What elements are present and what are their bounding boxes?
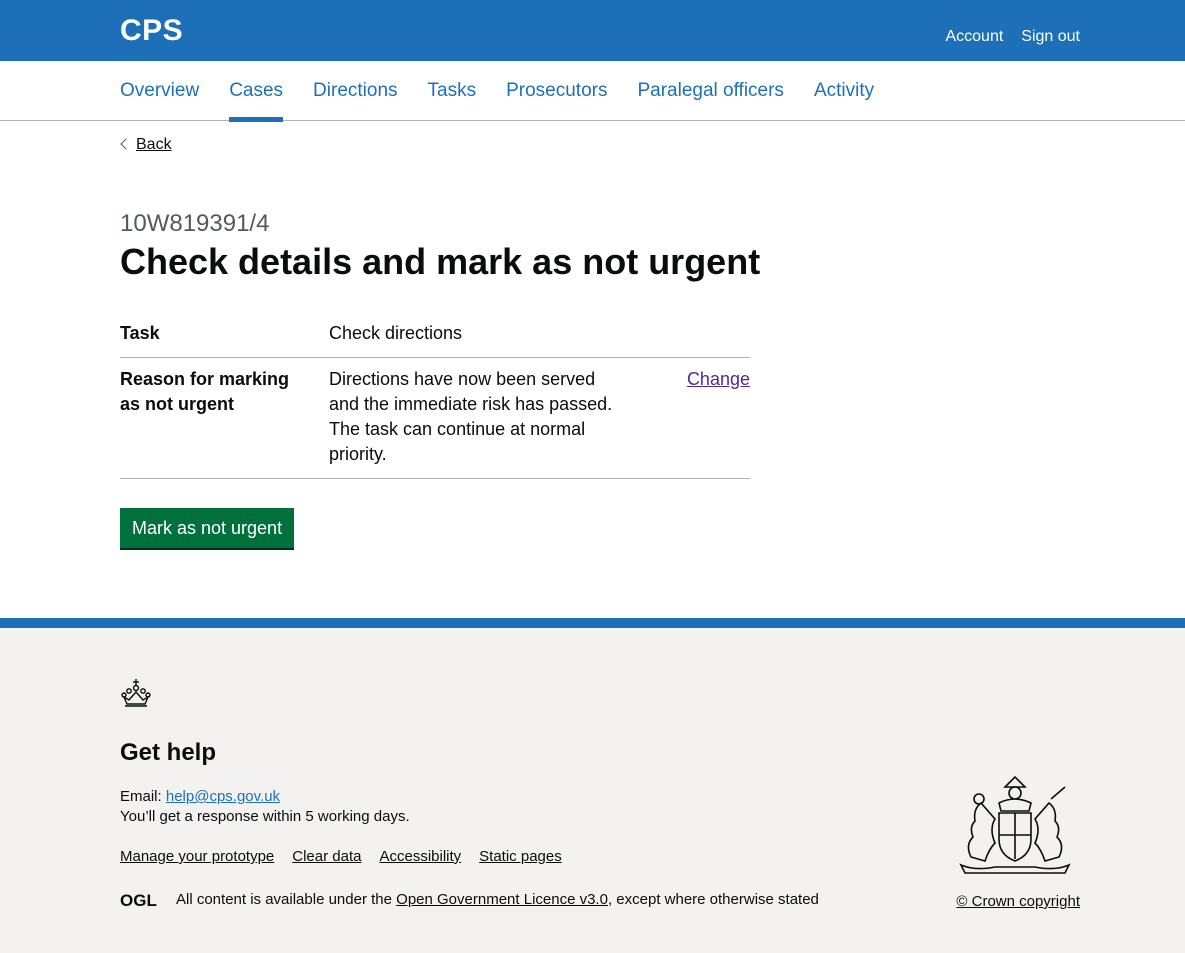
summary-key: Task — [120, 323, 160, 343]
summary-value: Directions have now been served and the … — [329, 369, 613, 464]
ogl-logo-icon: OGL — [120, 892, 157, 908]
crown-copyright-link[interactable]: © Crown copyright — [956, 893, 1080, 910]
licence-suffix: , except where otherwise stated — [607, 891, 819, 908]
footer-links: Manage your prototype Clear data Accessi… — [120, 848, 562, 865]
static-pages-link[interactable]: Static pages — [479, 848, 562, 865]
mark-as-not-urgent-button[interactable]: Mark as not urgent — [120, 508, 295, 548]
site-footer: Get help Email: help@cps.gov.uk You’ll g… — [0, 618, 1185, 953]
licence-line: OGL All content is available under the O… — [120, 891, 819, 908]
summary-key: Reason for marking as not urgent — [120, 369, 290, 414]
nav-item-prosecutors[interactable]: Prosecutors — [506, 61, 607, 121]
crown-copyright: © Crown copyright — [956, 893, 1080, 910]
case-reference-caption: 10W819391/4 — [120, 210, 270, 237]
nav-item-directions[interactable]: Directions — [313, 61, 397, 121]
nav-item-activity[interactable]: Activity — [814, 61, 874, 121]
get-help-heading: Get help — [120, 739, 217, 766]
header-links: Account Sign out — [945, 28, 1080, 46]
clear-data-link[interactable]: Clear data — [292, 848, 361, 865]
licence-prefix: All content is available under the — [176, 891, 392, 908]
summary-row-task: Task Check directions — [120, 312, 750, 358]
account-link[interactable]: Account — [945, 28, 1003, 46]
manage-prototype-link[interactable]: Manage your prototype — [120, 848, 274, 865]
summary-action: Change — [629, 367, 750, 467]
ogl-logo-text: OGL — [120, 892, 157, 908]
licence-text: All content is available under the Open … — [176, 891, 819, 908]
open-government-licence-link[interactable]: Open Government Licence v3.0 — [396, 891, 608, 908]
summary-value: Check directions — [329, 323, 463, 343]
back-link[interactable]: Back — [136, 136, 172, 154]
accessibility-link[interactable]: Accessibility — [379, 848, 461, 865]
email-label: Email: — [120, 788, 162, 805]
nav-item-tasks[interactable]: Tasks — [428, 61, 477, 121]
back-link-container: Back — [120, 136, 172, 154]
response-time-text: You’ll get a response within 5 working d… — [120, 808, 410, 825]
summary-list: Task Check directions Reason for marking… — [120, 312, 750, 479]
summary-action-empty — [629, 321, 750, 346]
nav-item-cases[interactable]: Cases — [229, 61, 283, 122]
royal-coat-of-arms-icon — [959, 775, 1071, 874]
page-title: Check details and mark as not urgent — [120, 241, 761, 282]
chevron-left-icon — [120, 138, 132, 150]
help-email-link[interactable]: help@cps.gov.uk — [166, 788, 280, 805]
sign-out-link[interactable]: Sign out — [1021, 28, 1080, 46]
nav-item-paralegal-officers[interactable]: Paralegal officers — [637, 61, 783, 121]
email-line: Email: help@cps.gov.uk — [120, 788, 280, 805]
primary-navigation: Overview Cases Directions Tasks Prosecut… — [0, 61, 1185, 122]
brand-logo-link[interactable]: CPS — [120, 14, 183, 48]
nav-item-overview[interactable]: Overview — [120, 61, 199, 121]
summary-row-reason: Reason for marking as not urgent Directi… — [120, 358, 750, 479]
change-reason-link[interactable]: Change — [687, 369, 750, 389]
site-header: CPS Account Sign out — [0, 0, 1185, 61]
crown-icon — [121, 679, 151, 707]
